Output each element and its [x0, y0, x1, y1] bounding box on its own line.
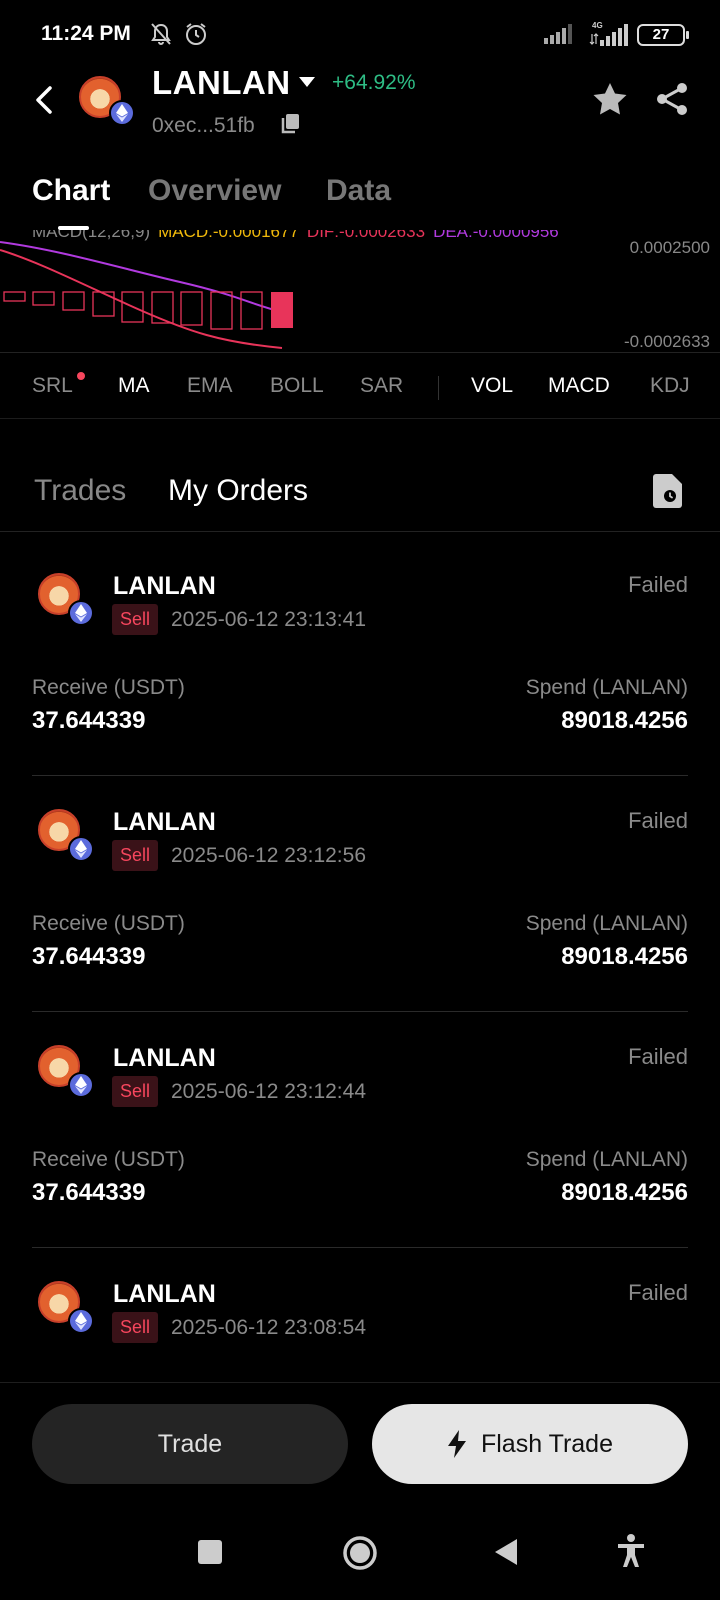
divider — [438, 376, 439, 400]
order-time: 2025-06-12 23:12:56 — [171, 844, 366, 867]
receive-label: Receive (USDT) — [32, 912, 185, 935]
tab-trades[interactable]: Trades — [34, 474, 126, 508]
ethereum-icon — [68, 600, 94, 626]
order-side-badge: Sell — [112, 1076, 159, 1107]
copy-icon[interactable] — [281, 114, 299, 139]
status-bar: 11:24 PM 4G 27 — [0, 0, 720, 70]
bell-off-icon — [150, 22, 172, 51]
indicator-ema[interactable]: EMA — [187, 374, 233, 398]
indicator-ma[interactable]: MA — [118, 374, 150, 398]
star-icon[interactable] — [592, 82, 628, 121]
spend-value: 89018.4256 — [561, 1179, 688, 1206]
tab-chart[interactable]: Chart — [32, 174, 110, 208]
back-icon[interactable] — [494, 1538, 518, 1571]
chevron-down-icon[interactable] — [299, 77, 315, 87]
alarm-icon — [184, 22, 208, 51]
order-token-name: LANLAN — [113, 808, 216, 836]
svg-text:4G: 4G — [592, 21, 603, 30]
price-change: +64.92% — [332, 71, 416, 94]
tab-my-orders[interactable]: My Orders — [168, 474, 308, 508]
indicator-vol[interactable]: VOL — [471, 374, 513, 398]
macd-plot — [0, 241, 293, 349]
tab-data[interactable]: Data — [326, 174, 391, 208]
indicator-srl[interactable]: SRL — [32, 374, 73, 398]
token-address: 0xec...51fb — [152, 114, 255, 137]
ethereum-icon — [68, 836, 94, 862]
order-token-name: LANLAN — [113, 1044, 216, 1072]
home-icon[interactable] — [342, 1535, 378, 1576]
receive-value: 37.644339 — [32, 707, 146, 734]
order-history-icon[interactable] — [653, 474, 683, 513]
ethereum-icon — [68, 1308, 94, 1334]
tab-overview[interactable]: Overview — [148, 174, 281, 208]
order-side-badge: Sell — [112, 1312, 159, 1343]
receive-label: Receive (USDT) — [32, 676, 185, 699]
order-side-badge: Sell — [112, 604, 159, 635]
trade-button-label: Trade — [157, 1429, 223, 1458]
order-item[interactable]: LANLAN Failed Sell 2025-06-12 23:12:56 R… — [0, 776, 720, 1012]
indicator-bar: SRL MA EMA BOLL SAR VOL MACD KDJ — [0, 368, 720, 412]
flash-trade-button[interactable]: Flash Trade — [372, 1404, 688, 1484]
order-item[interactable]: LANLAN Failed Sell 2025-06-12 23:12:44 R… — [0, 1012, 720, 1248]
status-time: 11:24 PM — [41, 22, 131, 45]
token-name[interactable]: LANLAN — [152, 64, 291, 102]
order-side-badge: Sell — [112, 840, 159, 871]
signal-4g-icon: 4G — [588, 20, 628, 51]
signal-icon — [544, 24, 572, 49]
order-token-name: LANLAN — [113, 1280, 216, 1308]
order-item[interactable]: LANLAN Failed Sell 2025-06-12 23:13:41 R… — [0, 540, 720, 776]
divider — [0, 1382, 720, 1383]
macd-chart[interactable]: MACD(12,26,9) MACD:-0.0001677 DIF:-0.00026… — [0, 230, 720, 352]
spend-value: 89018.4256 — [561, 943, 688, 970]
indicator-macd[interactable]: MACD — [548, 374, 610, 398]
order-time: 2025-06-12 23:08:54 — [171, 1316, 366, 1339]
divider — [0, 531, 720, 532]
order-item[interactable]: LANLAN Failed Sell 2025-06-12 23:08:54 — [0, 1248, 720, 1382]
order-status: Failed — [628, 572, 688, 597]
spend-label: Spend (LANLAN) — [525, 1148, 688, 1171]
receive-label: Receive (USDT) — [32, 1148, 185, 1171]
accessibility-icon[interactable] — [617, 1534, 645, 1573]
share-icon[interactable] — [655, 82, 689, 121]
main-tabs: Chart Overview Data — [0, 174, 720, 234]
flash-trade-button-label: Flash Trade — [480, 1429, 613, 1458]
order-status: Failed — [628, 1044, 688, 1069]
order-time: 2025-06-12 23:13:41 — [171, 608, 366, 631]
indicator-boll[interactable]: BOLL — [270, 374, 324, 398]
receive-value: 37.644339 — [32, 943, 146, 970]
order-time: 2025-06-12 23:12:44 — [171, 1080, 366, 1103]
battery-icon: 27 — [637, 24, 689, 46]
order-status: Failed — [628, 1280, 688, 1305]
order-token-name: LANLAN — [113, 572, 216, 600]
spend-label: Spend (LANLAN) — [525, 676, 688, 699]
indicator-sar[interactable]: SAR — [360, 374, 403, 398]
trade-button[interactable]: Trade — [32, 1404, 348, 1484]
indicator-kdj[interactable]: KDJ — [650, 374, 690, 398]
divider — [0, 418, 720, 419]
order-status: Failed — [628, 808, 688, 833]
spend-label: Spend (LANLAN) — [525, 912, 688, 935]
recent-apps-icon[interactable] — [198, 1540, 222, 1569]
back-arrow-icon[interactable] — [30, 82, 60, 118]
divider — [0, 352, 720, 353]
lightning-icon — [447, 1430, 466, 1458]
spend-value: 89018.4256 — [561, 707, 688, 734]
ethereum-icon — [68, 1072, 94, 1098]
receive-value: 37.644339 — [32, 1179, 146, 1206]
ethereum-icon — [109, 100, 135, 126]
new-badge-dot — [77, 372, 85, 380]
